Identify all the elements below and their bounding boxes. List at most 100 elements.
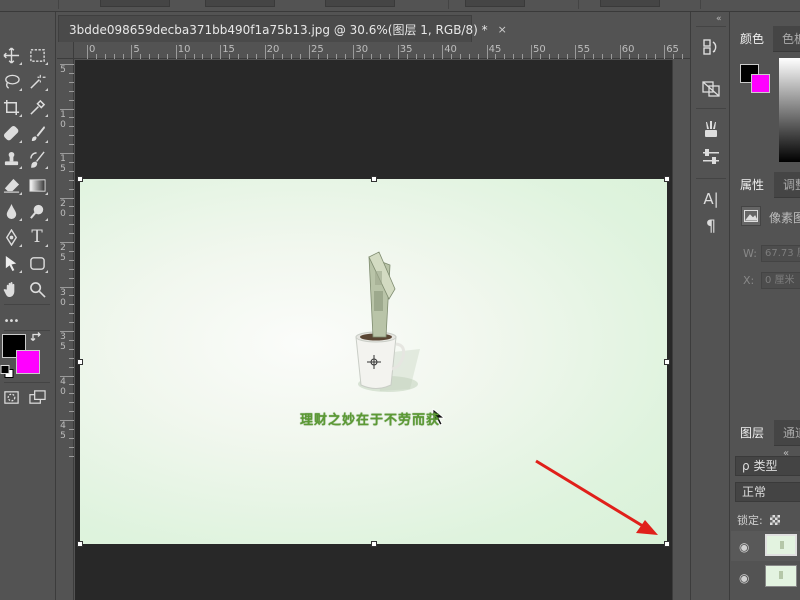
crop-icon[interactable] [0, 96, 22, 118]
marquee-icon[interactable] [26, 44, 48, 66]
ruler-minor-tick [69, 81, 74, 83]
adjust-sliders-icon[interactable] [700, 146, 722, 168]
character-icon[interactable]: A| [700, 188, 722, 210]
ruler-minor-tick [628, 54, 630, 59]
ruler-minor-tick [610, 54, 612, 59]
layer-row[interactable]: ◉ [731, 562, 800, 592]
move-icon[interactable] [0, 44, 22, 66]
ruler-label: 5 [60, 65, 66, 75]
visibility-eye-icon[interactable]: ◉ [739, 540, 749, 554]
document-image[interactable] [77, 176, 670, 547]
ruler-minor-tick [548, 54, 550, 59]
visibility-eye-icon[interactable]: ◉ [739, 571, 749, 585]
horizontal-ruler[interactable]: 0 5 10 15 20 25 30 35 40 45 50 55 60 65 [74, 42, 701, 59]
transform-handle[interactable] [77, 176, 83, 182]
ruler-minor-tick [166, 54, 168, 59]
lock-label: 锁定: [737, 514, 763, 527]
screen-mode-icon[interactable] [26, 386, 48, 408]
ruler-minor-tick [539, 54, 541, 59]
ruler-label: 40 [60, 376, 66, 397]
layer-thumbnail [765, 565, 797, 587]
tab-properties[interactable]: 属性 [731, 172, 774, 198]
blend-mode-dropdown[interactable]: 正常 [735, 482, 800, 502]
ruler-tick [264, 45, 266, 59]
color-spectrum[interactable] [779, 58, 800, 162]
blur-icon[interactable] [0, 200, 22, 222]
lasso-icon[interactable] [0, 70, 22, 92]
shape-icon[interactable] [26, 252, 48, 274]
ruler-label: 25 [60, 243, 66, 263]
ruler-minor-tick [69, 339, 74, 341]
eraser-icon[interactable] [0, 174, 22, 196]
ruler-minor-tick [291, 54, 293, 59]
ruler-minor-tick [69, 277, 74, 279]
close-tab-icon[interactable]: × [498, 23, 507, 36]
ruler-minor-tick [317, 54, 319, 59]
layer-row[interactable]: ◉ [731, 531, 800, 561]
magic-wand-icon[interactable] [26, 70, 48, 92]
ruler-origin[interactable] [57, 42, 74, 59]
transform-handle[interactable] [77, 541, 83, 547]
ruler-minor-tick [69, 188, 74, 190]
options-field[interactable] [600, 0, 660, 7]
ruler-tick [87, 45, 88, 59]
ruler-minor-tick [69, 411, 74, 413]
vertical-scrollbar[interactable] [672, 60, 690, 600]
dodge-icon[interactable] [26, 200, 48, 222]
healing-brush-icon[interactable] [0, 122, 22, 144]
eyedropper-icon[interactable] [26, 96, 48, 118]
collapse-icon[interactable]: « [716, 14, 722, 24]
tab-layers[interactable]: 图层 [731, 420, 774, 446]
annotation-arrow [535, 459, 658, 535]
brushes-icon[interactable] [700, 118, 722, 140]
brush-icon[interactable] [26, 122, 48, 144]
document-tab[interactable]: 3bdde098659decba371bb490f1a75b13.jpg @ 3… [58, 15, 507, 42]
transform-handle[interactable] [77, 359, 83, 365]
default-colors-icon[interactable] [0, 364, 14, 378]
paragraph-icon[interactable]: ¶ [700, 214, 722, 236]
layer-filter-dropdown[interactable]: ρ 类型 [735, 456, 800, 476]
transform-handle[interactable] [664, 541, 670, 547]
quick-mask-icon[interactable] [0, 386, 22, 408]
more-tools-icon[interactable]: ••• [0, 310, 22, 332]
ruler-minor-tick [69, 72, 74, 74]
lock-transparent-icon[interactable] [770, 515, 781, 525]
color-panel-background-swatch[interactable] [751, 74, 770, 93]
transform-handle[interactable] [664, 176, 670, 182]
clone-stamp-icon[interactable] [0, 148, 22, 170]
gradient-icon[interactable] [26, 174, 48, 196]
pen-icon[interactable] [0, 226, 22, 248]
transform-handle[interactable] [371, 176, 377, 182]
x-field[interactable]: 0 厘米 [761, 272, 800, 289]
ruler-minor-tick [69, 313, 74, 315]
ruler-minor-tick [69, 384, 74, 386]
properties-panel-tabs: 属性 调整 [731, 172, 800, 198]
properties-icon[interactable] [700, 78, 722, 100]
tab-adjustments[interactable]: 调整 [774, 172, 800, 198]
right-panels: 颜色 色板 属性 调整 像素图层 W: 67.73 厘米 X: 0 厘米 图层 … [731, 12, 800, 600]
tab-swatches[interactable]: 色板 [773, 26, 800, 52]
hand-icon[interactable] [0, 278, 22, 300]
options-field[interactable] [100, 0, 170, 7]
options-field[interactable] [465, 0, 525, 7]
vertical-ruler[interactable]: 5 10 15 20 25 30 35 40 45 [57, 59, 74, 600]
path-select-icon[interactable] [0, 252, 22, 274]
history-icon[interactable] [700, 36, 722, 58]
swap-colors-icon[interactable] [30, 330, 44, 344]
options-field[interactable] [325, 0, 395, 7]
tab-color[interactable]: 颜色 [731, 26, 773, 52]
ruler-minor-tick [158, 54, 160, 59]
width-field[interactable]: 67.73 厘米 [761, 245, 800, 262]
type-icon[interactable]: T [26, 226, 48, 248]
zoom-icon[interactable] [26, 278, 48, 300]
ruler-minor-tick [69, 268, 74, 270]
background-color-swatch[interactable] [16, 350, 40, 374]
tab-channels[interactable]: 通道 [774, 420, 800, 446]
history-brush-icon[interactable] [26, 148, 48, 170]
transform-handle[interactable] [664, 359, 670, 365]
paragraph-glyph: ¶ [705, 215, 717, 235]
ruler-minor-tick [69, 161, 74, 163]
ruler-tick [575, 45, 577, 59]
options-field[interactable] [205, 0, 275, 7]
transform-handle[interactable] [371, 541, 377, 547]
